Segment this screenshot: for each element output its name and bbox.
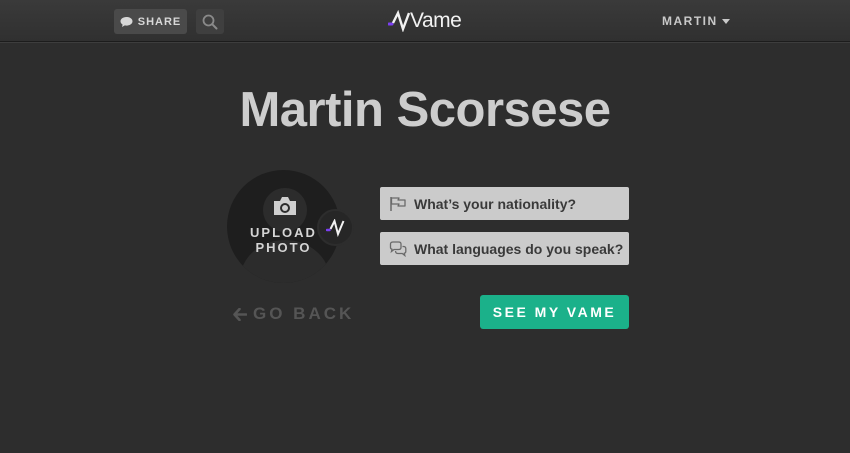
arrow-left-icon	[233, 307, 247, 321]
vame-badge-icon	[325, 218, 344, 237]
languages-prompt: What languages do you speak?	[414, 240, 624, 257]
profile-name: Martin Scorsese	[239, 83, 611, 137]
share-button[interactable]: SHARE	[114, 9, 187, 34]
see-my-vame-label: SEE MY VAME	[492, 304, 617, 320]
vame-logo[interactable]: Vame	[388, 8, 462, 34]
share-label: SHARE	[137, 15, 182, 28]
camera-icon	[274, 197, 296, 215]
search-icon	[202, 14, 218, 29]
speech-bubble-icon	[120, 16, 133, 27]
upload-label-line2: PHOTO	[255, 240, 312, 255]
logo-text: Vame	[410, 9, 462, 32]
top-navigation-bar: SHARE Vame MARTIN	[0, 0, 850, 42]
go-back-label: GO BACK	[253, 304, 355, 323]
chat-bubbles-icon	[389, 240, 407, 257]
nationality-field[interactable]: What’s your nationality?	[380, 187, 629, 220]
languages-field[interactable]: What languages do you speak?	[380, 232, 629, 265]
search-button[interactable]	[196, 9, 224, 34]
see-my-vame-button[interactable]: SEE MY VAME	[480, 295, 629, 329]
go-back-button[interactable]: GO BACK	[233, 304, 354, 324]
flag-icon	[390, 196, 406, 211]
user-menu[interactable]: MARTIN	[662, 14, 730, 28]
vame-badge	[317, 209, 354, 246]
nationality-prompt: What’s your nationality?	[414, 195, 577, 212]
vame-logo-icon	[388, 10, 410, 32]
user-name: MARTIN	[662, 14, 718, 28]
caret-down-icon	[721, 18, 730, 24]
